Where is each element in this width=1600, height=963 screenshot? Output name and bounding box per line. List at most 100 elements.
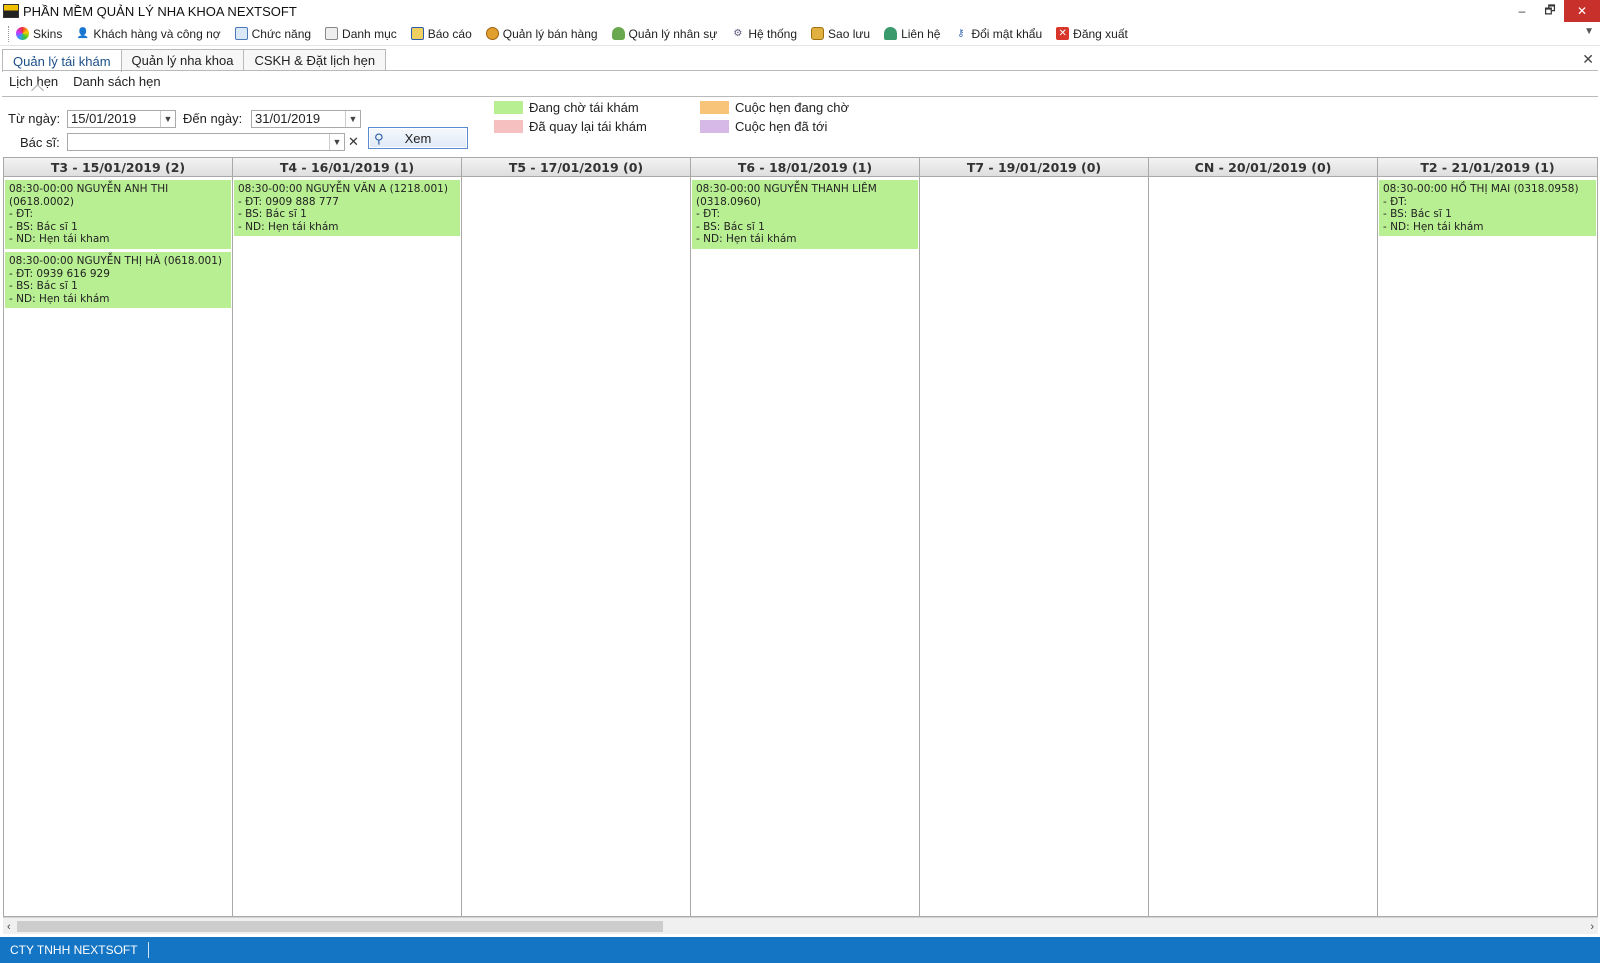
legend-swatch (700, 101, 729, 114)
minimize-button[interactable]: – (1508, 0, 1536, 22)
doctor-select[interactable]: ▼ (67, 133, 345, 151)
legend-pending-appointment: Cuộc hẹn đang chờ (700, 100, 849, 115)
window-title: PHẦN MỀM QUẢN LÝ NHA KHOA NEXTSOFT (23, 3, 297, 19)
appointment-phone: - ĐT: 0939 616 929 (9, 267, 110, 280)
menu-label: Đổi mật khẩu (971, 26, 1043, 41)
day-column[interactable]: T4 - 16/01/2019 (1) 08:30-00:00 NGUYỄN V… (233, 158, 462, 916)
day-column[interactable]: T5 - 17/01/2019 (0) (462, 158, 691, 916)
menu-label: Báo cáo (427, 26, 472, 41)
subtab-divider (2, 96, 1598, 97)
appointment-phone: - ĐT: (696, 208, 721, 221)
doctor-label: Bác sĩ: (20, 135, 60, 150)
menu-reports[interactable]: Báo cáo (410, 26, 472, 41)
legend-label: Cuộc hẹn đang chờ (735, 100, 850, 115)
menu-change-password[interactable]: ⚷ Đổi mật khẩu (954, 27, 1042, 41)
menu-backup[interactable]: Sao lưu (811, 27, 870, 41)
menu-label: Hệ thống (748, 26, 798, 41)
from-date-picker[interactable]: 15/01/2019 ▼ (67, 110, 176, 128)
menu-contact[interactable]: Liên hệ (884, 27, 940, 41)
close-window-button[interactable]: ✕ (1564, 0, 1600, 22)
menu-bar: Skins 👤 Khách hàng và công nợ Chức năng … (0, 22, 1600, 46)
appointment-phone: - ĐT: 0909 888 777 (238, 195, 339, 208)
week-calendar: T3 - 15/01/2019 (2) 08:30-00:00 NGUYỄN A… (3, 157, 1598, 917)
appointment-card[interactable]: 08:30-00:00 NGUYỄN VĂN A (1218.001) - ĐT… (234, 180, 460, 237)
legend-swatch (494, 101, 523, 114)
appointment-phone: - ĐT: (1383, 195, 1408, 208)
appointment-card[interactable]: 08:30-00:00 NGUYỄN THANH LIÊM (0318.0960… (692, 180, 918, 249)
scroll-left-icon[interactable]: ‹ (7, 918, 11, 935)
menu-label: Liên hệ (901, 26, 941, 41)
status-separator (147, 942, 149, 958)
appointment-card[interactable]: 08:30-00:00 NGUYỄN ANH THI (0618.0002) -… (5, 180, 231, 249)
app-logo-icon (3, 4, 19, 18)
menu-label: Khách hàng và công nợ (93, 26, 221, 41)
chevron-down-icon[interactable]: ▼ (345, 111, 360, 127)
day-header: T6 - 18/01/2019 (1) (691, 158, 919, 177)
clear-doctor-icon[interactable]: ✕ (348, 134, 359, 150)
password-icon: ⚷ (957, 27, 965, 39)
main-tabs: Quản lý tái khám Quản lý nha khoa CSKH &… (2, 49, 387, 72)
appointment-doctor: - BS: Bác sĩ 1 (9, 220, 78, 233)
scrollbar-thumb[interactable] (17, 921, 663, 932)
report-icon (410, 27, 424, 40)
scroll-right-icon[interactable]: › (1590, 918, 1594, 935)
legend-waiting-recall: Đang chờ tái khám (494, 100, 639, 115)
tab-divider (2, 70, 1598, 71)
menu-catalog[interactable]: Danh mục (325, 27, 397, 41)
toolbar-grip[interactable] (8, 25, 10, 42)
title-bar: PHẦN MỀM QUẢN LÝ NHA KHOA NEXTSOFT – 🗗 ✕ (0, 0, 1600, 22)
menu-label: Đăng xuất (1073, 26, 1128, 41)
menu-label: Chức năng (251, 26, 312, 41)
day-header: T2 - 21/01/2019 (1) (1378, 158, 1597, 177)
appointment-content: - ND: Hẹn tái kham (9, 233, 110, 246)
menu-customers[interactable]: 👤 Khách hàng và công nợ (76, 26, 221, 41)
logout-icon: ✕ (1056, 27, 1070, 40)
search-icon: ⚲ (374, 131, 384, 146)
appointment-title: 08:30-00:00 NGUYỄN THANH LIÊM (0318.0960… (696, 183, 881, 208)
tab-customer-care[interactable]: CSKH & Đặt lịch hẹn (243, 49, 387, 71)
day-column[interactable]: T2 - 21/01/2019 (1) 08:30-00:00 HỒ THỊ M… (1378, 158, 1597, 916)
view-button[interactable]: ⚲ Xem (368, 127, 468, 149)
appointment-content: - ND: Hẹn tái khám (9, 292, 110, 305)
menu-logout[interactable]: ✕ Đăng xuất (1056, 27, 1128, 41)
day-column[interactable]: T7 - 19/01/2019 (0) (920, 158, 1149, 916)
appointment-card[interactable]: 08:30-00:00 HỒ THỊ MAI (0318.0958) - ĐT:… (1379, 180, 1596, 237)
appointment-title: 08:30-00:00 NGUYỄN ANH THI (0618.0002) (9, 183, 172, 208)
menu-label: Quản lý nhân sự (628, 26, 718, 41)
to-date-label: Đến ngày: (183, 111, 243, 126)
menu-skins[interactable]: Skins (16, 27, 62, 41)
restore-button[interactable]: 🗗 (1536, 0, 1564, 22)
day-header: T5 - 17/01/2019 (0) (462, 158, 690, 177)
subtab-appointment-list[interactable]: Danh sách hẹn (73, 74, 160, 89)
menu-functions[interactable]: Chức năng (234, 26, 312, 41)
menu-overflow-chevron-icon[interactable]: ▼ (1584, 26, 1594, 37)
horizontal-scrollbar[interactable]: ‹ › (3, 917, 1598, 934)
chevron-down-icon[interactable]: ▼ (329, 134, 344, 150)
menu-system[interactable]: ⚙ Hệ thống (731, 27, 797, 41)
day-column[interactable]: CN - 20/01/2019 (0) (1149, 158, 1378, 916)
sales-icon (485, 27, 499, 40)
chevron-down-icon[interactable]: ▼ (160, 111, 175, 127)
tab-dental-management[interactable]: Quản lý nha khoa (120, 49, 245, 71)
legend-label: Đã quay lại tái khám (529, 119, 647, 134)
day-header: T4 - 16/01/2019 (1) (233, 158, 461, 177)
subtab-schedule[interactable]: Lịch hẹn (9, 74, 58, 89)
appointment-title: 08:30-00:00 NGUYỄN THỊ HÀ (0618.001) (9, 254, 223, 267)
window-controls: – 🗗 ✕ (1508, 0, 1600, 22)
appointment-card[interactable]: 08:30-00:00 NGUYỄN THỊ HÀ (0618.001) - Đ… (5, 251, 231, 309)
day-column[interactable]: T6 - 18/01/2019 (1) 08:30-00:00 NGUYỄN T… (691, 158, 920, 916)
from-date-value: 15/01/2019 (71, 111, 137, 126)
appointment-doctor: - BS: Bác sĩ 1 (9, 280, 78, 293)
menu-label: Danh mục (342, 26, 397, 41)
tab-recall-management[interactable]: Quản lý tái khám (2, 49, 122, 72)
menu-sales[interactable]: Quản lý bán hàng (485, 27, 598, 41)
appointment-doctor: - BS: Bác sĩ 1 (238, 208, 307, 221)
catalog-icon (325, 27, 339, 40)
to-date-picker[interactable]: 31/01/2019 ▼ (251, 110, 361, 128)
menu-staff[interactable]: Quản lý nhân sự (611, 26, 718, 41)
day-column[interactable]: T3 - 15/01/2019 (2) 08:30-00:00 NGUYỄN A… (4, 158, 233, 916)
close-tab-icon[interactable]: ✕ (1582, 51, 1594, 68)
legend-label: Cuộc hẹn đã tới (735, 119, 828, 134)
appointment-content: - ND: Hẹn tái khám (1383, 220, 1484, 233)
skins-icon (16, 27, 29, 40)
